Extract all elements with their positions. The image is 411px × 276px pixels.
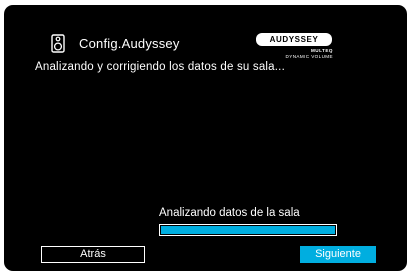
progress-label: Analizando datos de la sala [159, 207, 300, 219]
back-button[interactable]: Atrás [41, 246, 145, 263]
audyssey-logo: AUDYSSEY MULTEQ DYNAMIC VOLUME [256, 33, 334, 61]
progress-bar [159, 224, 337, 236]
logo-line1: MULTEQ [310, 48, 333, 53]
page-title: Config.Audyssey [79, 35, 180, 51]
audyssey-setup-screen: Config.Audyssey AUDYSSEY MULTEQ DYNAMIC … [4, 5, 407, 271]
progress-fill [161, 226, 335, 234]
status-message: Analizando y corrigiendo los datos de su… [35, 61, 285, 73]
logo-brand: AUDYSSEY [256, 33, 332, 46]
header: Config.Audyssey [51, 33, 180, 53]
next-button[interactable]: Siguiente [300, 246, 376, 263]
speaker-icon [51, 33, 65, 53]
logo-line2: DYNAMIC VOLUME [285, 54, 333, 59]
